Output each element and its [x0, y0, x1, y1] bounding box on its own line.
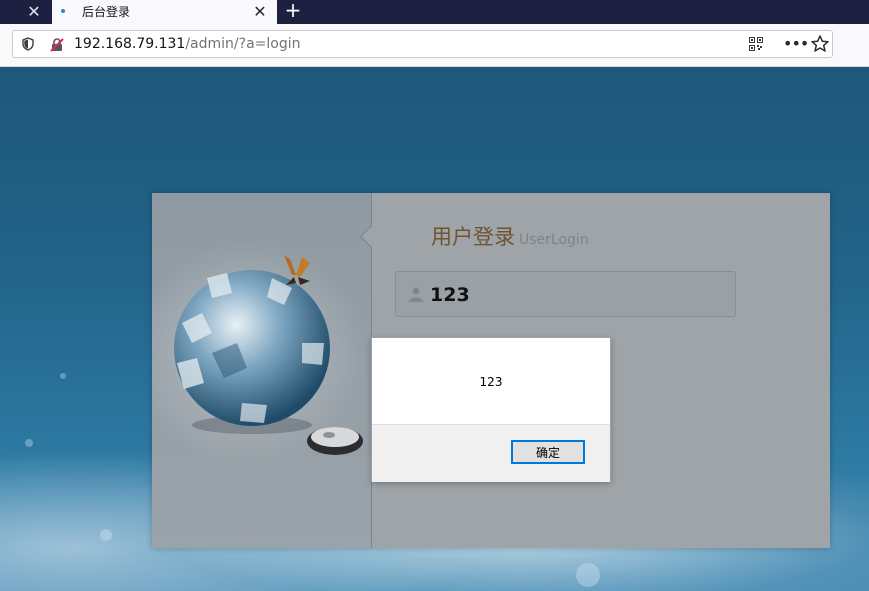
bookmark-star-icon[interactable]	[810, 34, 830, 54]
tab-close-icon[interactable]: ✕	[250, 1, 270, 23]
url-host: 192.168.79.131	[74, 36, 186, 52]
background-bubble	[100, 529, 112, 541]
insecure-connection-icon[interactable]	[49, 37, 65, 53]
tab-loading-dot-icon	[61, 9, 65, 13]
browser-tab-active[interactable]: 后台登录 ✕	[52, 0, 277, 24]
shield-icon[interactable]	[21, 37, 35, 51]
tab-bar: ✕ 后台登录 ✕ +	[0, 0, 869, 24]
username-value: 123	[430, 284, 470, 306]
puzzle-globe-illustration	[174, 255, 363, 455]
new-tab-button[interactable]: +	[283, 0, 303, 22]
address-bar[interactable]: 192.168.79.131/admin/?a=login •••	[12, 30, 833, 58]
login-title-en: UserLogin	[519, 232, 589, 248]
user-icon	[409, 287, 423, 302]
url-path: /admin/?a=login	[185, 36, 301, 52]
alert-dialog: 123 确定	[371, 337, 611, 482]
page-actions-more-icon[interactable]: •••	[783, 34, 809, 54]
username-field[interactable]: 123	[395, 271, 736, 317]
browser-toolbar: 192.168.79.131/admin/?a=login •••	[0, 24, 869, 67]
url-text[interactable]: 192.168.79.131/admin/?a=login	[74, 36, 301, 52]
background-bubble	[60, 373, 66, 379]
ok-button[interactable]: 确定	[511, 440, 585, 464]
qr-code-icon[interactable]	[749, 37, 763, 51]
login-title: 用户登录 UserLogin	[431, 221, 589, 251]
login-title-cn: 用户登录	[431, 225, 515, 249]
page-background: 用户登录 UserLogin 123	[0, 67, 869, 591]
background-bubble	[25, 439, 33, 447]
login-illustration-panel	[152, 193, 372, 548]
alert-footer: 确定	[372, 424, 610, 482]
mouse	[307, 427, 363, 455]
alert-message: 123	[479, 375, 503, 389]
previous-tab-close-icon[interactable]: ✕	[22, 2, 46, 22]
background-bubble	[576, 563, 600, 587]
tab-title: 后台登录	[82, 5, 131, 19]
